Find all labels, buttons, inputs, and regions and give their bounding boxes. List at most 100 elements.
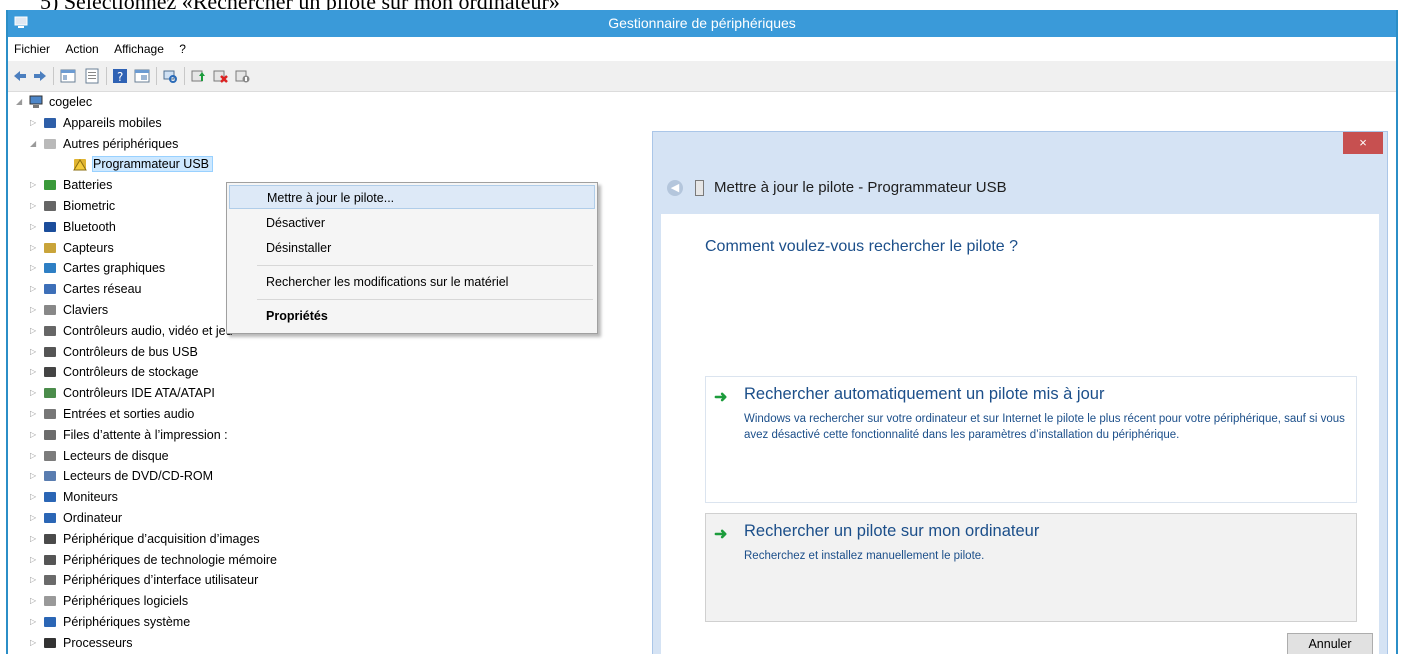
tree-item[interactable]: ▷ Lecteurs de disque [30, 446, 169, 466]
expand-icon[interactable]: ▷ [30, 258, 40, 278]
memory-device-icon [44, 554, 56, 565]
expand-icon[interactable]: ▷ [30, 633, 40, 653]
tree-item[interactable]: ▷ Lecteurs de DVD/CD-ROM [30, 466, 213, 486]
tree-item-label: Biometric [63, 199, 116, 213]
expand-icon[interactable]: ▷ [30, 612, 40, 632]
disable-icon[interactable] [234, 68, 250, 84]
menu-fichier[interactable]: Fichier [8, 37, 56, 61]
tree-item[interactable]: ▷ Files d’attente à l’impression : [30, 425, 228, 445]
tree-item[interactable]: ▷ Périphériques logiciels [30, 591, 188, 611]
tree-item[interactable]: ▷ Entrées et sorties audio [30, 404, 194, 424]
warning-device-icon [73, 159, 87, 171]
scan-hardware-icon[interactable] [162, 68, 178, 84]
expand-icon[interactable]: ▷ [30, 529, 40, 549]
device-manager-window: Gestionnaire de périphériques Fichier Ac… [6, 10, 1398, 654]
tree-item[interactable]: ▷ Claviers [30, 300, 108, 320]
tree-item[interactable]: ▷ Moniteurs [30, 487, 118, 507]
tree-item-label: Ordinateur [63, 511, 123, 525]
expand-icon[interactable]: ▷ [30, 217, 40, 237]
expand-icon[interactable]: ▷ [30, 487, 40, 507]
tree-item[interactable]: ▷ Cartes réseau [30, 279, 142, 299]
option-auto-search[interactable]: ➜ Rechercher automatiquement un pilote m… [705, 376, 1357, 503]
usb-device-icon [695, 180, 704, 197]
forward-arrow-icon[interactable] [32, 68, 48, 84]
tree-item-label: Moniteurs [63, 490, 118, 505]
tree-item-label: Claviers [63, 303, 109, 317]
tree-item-label: Lecteurs de disque [63, 448, 169, 463]
expand-icon[interactable]: ▷ [30, 196, 40, 216]
update-driver-icon[interactable] [190, 68, 206, 84]
cancel-button[interactable]: Annuler [1287, 633, 1373, 654]
tree-item[interactable]: ▷ Bluetooth [30, 217, 116, 237]
expand-icon[interactable]: ▷ [30, 383, 40, 403]
tree-item[interactable]: ▷ Appareils mobiles [30, 113, 162, 133]
expand-icon[interactable]: ▷ [30, 321, 40, 341]
expand-icon[interactable]: ▷ [30, 466, 40, 486]
dialog-title: Mettre à jour le pilote - Programmateur … [714, 179, 1007, 196]
expand-icon[interactable]: ▷ [30, 550, 40, 570]
back-arrow-icon[interactable] [12, 68, 28, 84]
expand-icon[interactable]: ▷ [30, 300, 40, 320]
expand-icon[interactable]: ▷ [30, 508, 40, 528]
ctx-disable[interactable]: Désactiver [229, 211, 595, 235]
tree-item[interactable]: ▷ Contrôleurs audio, vidéo et jeu [30, 321, 233, 341]
speaker-icon [44, 409, 56, 419]
close-button[interactable]: × [1343, 132, 1383, 154]
ctx-properties[interactable]: Propriétés [229, 304, 595, 328]
system-device-icon [44, 617, 56, 627]
collapse-icon[interactable]: ◢ [16, 92, 26, 112]
expand-icon[interactable]: ▷ [30, 279, 40, 299]
tree-item[interactable]: Programmateur USB [70, 154, 214, 174]
back-icon[interactable]: ◀ [667, 180, 683, 197]
keyboard-icon [44, 305, 56, 315]
hid-icon [44, 575, 56, 586]
option-browse-title: Rechercher un pilote sur mon ordinateur [744, 522, 1040, 540]
tree-item[interactable]: ▷ Processeurs [30, 633, 132, 653]
tree-item[interactable]: ▷ Ordinateur [30, 508, 122, 528]
ide-controller-icon [44, 388, 56, 399]
tree-item[interactable]: ▷ Contrôleurs de stockage [30, 362, 199, 382]
tree-item[interactable]: ▷ Capteurs [30, 238, 114, 258]
tree-item[interactable]: ▷ Contrôleurs de bus USB [30, 342, 198, 362]
dialog-question: Comment voulez-vous rechercher le pilote… [705, 238, 1019, 255]
option-browse-computer[interactable]: ➜ Rechercher un pilote sur mon ordinateu… [705, 513, 1357, 622]
tree-item[interactable]: ▷ Périphériques de technologie mémoire [30, 550, 277, 570]
view-icon[interactable] [134, 68, 150, 84]
tree-item-label: Contrôleurs de bus USB [63, 344, 198, 359]
expand-icon[interactable]: ▷ [30, 570, 40, 590]
tree-item[interactable]: ▷ Périphériques système [30, 612, 190, 632]
tree-item[interactable]: ▷ Périphérique d’acquisition d’images [30, 529, 260, 549]
tree-root[interactable]: ◢ cogelec [16, 92, 92, 112]
expand-icon[interactable]: ▷ [30, 591, 40, 611]
tree-item[interactable]: ▷ Périphériques d’interface utilisateur [30, 570, 258, 590]
expand-icon[interactable]: ▷ [30, 113, 40, 133]
expand-icon[interactable]: ▷ [30, 425, 40, 445]
tree-item[interactable]: ▷ Biometric [30, 196, 115, 216]
ctx-uninstall[interactable]: Désinstaller [229, 236, 595, 260]
tree-item[interactable]: ▷ Cartes graphiques [30, 258, 165, 278]
expand-icon[interactable]: ▷ [30, 404, 40, 424]
help-icon[interactable]: ? [112, 68, 128, 84]
tree-item-label: Capteurs [63, 240, 114, 255]
menu-help[interactable]: ? [173, 37, 192, 61]
ctx-update-driver[interactable]: Mettre à jour le pilote... [229, 185, 595, 209]
expand-icon[interactable]: ▷ [30, 175, 40, 195]
expand-icon[interactable]: ▷ [30, 446, 40, 466]
tree-item-label: Programmateur USB [92, 156, 214, 173]
uninstall-icon[interactable] [212, 68, 228, 84]
menu-action[interactable]: Action [59, 37, 104, 61]
console-tree-icon[interactable] [60, 68, 76, 84]
properties-icon[interactable] [84, 68, 100, 84]
expand-icon[interactable]: ▷ [30, 238, 40, 258]
tree-item[interactable]: ▷ Contrôleurs IDE ATA/ATAPI [30, 383, 215, 403]
collapse-icon[interactable]: ◢ [30, 134, 40, 154]
tree-item[interactable]: ▷ Batteries [30, 175, 112, 195]
expand-icon[interactable]: ▷ [30, 342, 40, 362]
menu-affichage[interactable]: Affichage [108, 37, 170, 61]
computer-icon [29, 95, 43, 108]
title-bar[interactable]: Gestionnaire de périphériques [8, 10, 1396, 37]
storage-controller-icon [44, 367, 56, 378]
tree-item[interactable]: ◢ Autres périphériques [30, 134, 178, 154]
ctx-scan-hardware[interactable]: Rechercher les modifications sur le maté… [229, 270, 595, 294]
expand-icon[interactable]: ▷ [30, 362, 40, 382]
